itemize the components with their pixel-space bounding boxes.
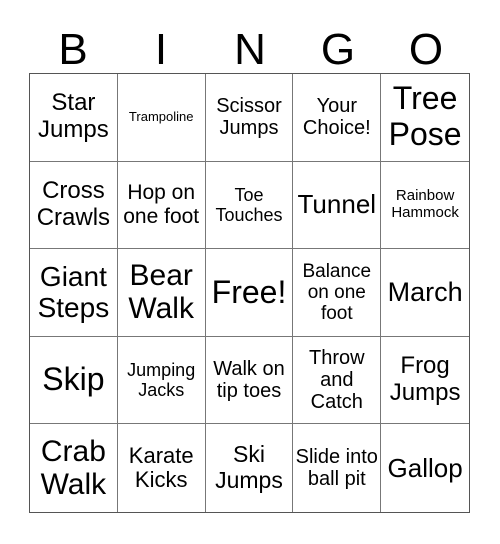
- bingo-cell[interactable]: Walk on tip toes: [205, 336, 294, 425]
- bingo-cell[interactable]: March: [381, 249, 469, 337]
- bingo-cell[interactable]: Star Jumps: [30, 74, 118, 162]
- bingo-cell[interactable]: Hop on one foot: [117, 161, 206, 250]
- bingo-cell[interactable]: Tunnel: [293, 161, 382, 250]
- bingo-cell-label: Tunnel: [297, 189, 377, 220]
- bingo-cell-label: Slide into ball pit: [295, 445, 378, 491]
- bingo-cell[interactable]: Gallop: [381, 424, 469, 512]
- bingo-header: B I N G O: [29, 25, 471, 74]
- bingo-cell-label: Balance on one foot: [302, 260, 372, 325]
- bingo-cell-label: Gallop: [387, 452, 463, 483]
- bingo-cell-label: Karate Kicks: [128, 442, 194, 493]
- bingo-cell-label: Throw and Catch: [309, 346, 365, 414]
- header-letter-b: B: [58, 25, 88, 74]
- bingo-cell-label: Rainbow Hammock: [391, 187, 459, 221]
- bingo-cell-label: Your Choice!: [302, 94, 371, 140]
- header-letter-g: G: [320, 25, 356, 74]
- bingo-cell[interactable]: Tree Pose: [381, 74, 469, 162]
- bingo-cell[interactable]: Skip: [30, 336, 118, 425]
- bingo-cell-label: Crab Walk: [40, 434, 107, 502]
- bingo-cell[interactable]: Balance on one foot: [293, 249, 382, 337]
- bingo-cell-label: Hop on one foot: [123, 181, 200, 228]
- header-letter-o: O: [408, 25, 444, 74]
- header-letter-n: N: [234, 25, 266, 74]
- bingo-cell-label: Trampoline: [128, 109, 194, 125]
- bingo-cell[interactable]: Free!: [205, 249, 294, 337]
- bingo-cell-label: Jumping Jacks: [127, 359, 196, 401]
- bingo-cell[interactable]: Karate Kicks: [118, 424, 206, 512]
- bingo-cell[interactable]: Scissor Jumps: [205, 74, 294, 162]
- bingo-cell[interactable]: Slide into ball pit: [293, 424, 382, 512]
- bingo-cell-label: Skip: [42, 361, 105, 398]
- bingo-cell[interactable]: Your Choice!: [293, 74, 382, 162]
- bingo-cell[interactable]: Throw and Catch: [293, 336, 382, 425]
- bingo-cell[interactable]: Cross Crawls: [30, 161, 118, 250]
- bingo-cell-label: Scissor Jumps: [216, 94, 282, 140]
- bingo-cell-label: Free!: [211, 273, 287, 310]
- bingo-cell-label: Toe Touches: [215, 184, 283, 225]
- bingo-cell-label: Star Jumps: [38, 89, 109, 144]
- bingo-cell[interactable]: Bear Walk: [117, 249, 206, 337]
- bingo-cell[interactable]: Trampoline: [117, 74, 206, 162]
- bingo-cell-label: Cross Crawls: [36, 177, 111, 231]
- bingo-cell[interactable]: Rainbow Hammock: [381, 162, 469, 250]
- bingo-cell[interactable]: Jumping Jacks: [117, 336, 206, 425]
- bingo-cell-label: Tree Pose: [388, 80, 462, 153]
- bingo-cell-label: Frog Jumps: [389, 352, 461, 407]
- bingo-grid: Star Jumps Trampoline Scissor Jumps Your Ch…: [29, 73, 470, 513]
- bingo-cell-label: Walk on tip toes: [213, 357, 285, 403]
- bingo-cell-label: March: [387, 277, 463, 308]
- bingo-cell[interactable]: Giant Steps: [30, 249, 118, 337]
- bingo-cell-label: Giant Steps: [37, 261, 110, 324]
- bingo-cell[interactable]: Ski Jumps: [206, 424, 294, 512]
- bingo-cell[interactable]: Crab Walk: [30, 424, 118, 512]
- bingo-cell[interactable]: Toe Touches: [205, 161, 294, 250]
- header-letter-i: I: [154, 25, 168, 74]
- bingo-cell-label: Ski Jumps: [215, 441, 283, 494]
- bingo-cell-label: Bear Walk: [128, 258, 194, 326]
- bingo-cell[interactable]: Frog Jumps: [381, 337, 469, 425]
